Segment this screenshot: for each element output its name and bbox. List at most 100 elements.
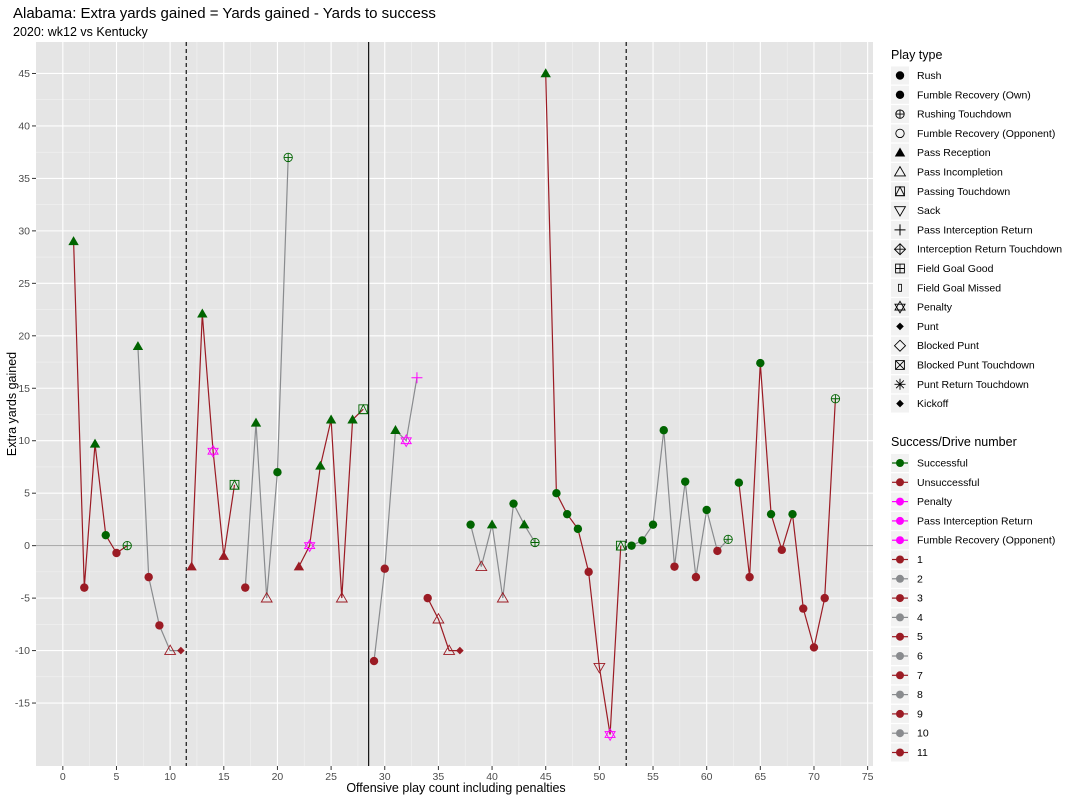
legend-play-label: Rush: [917, 70, 942, 82]
y-tick-label: 20: [18, 330, 30, 342]
legend-play-entry: Kickoff: [891, 394, 948, 413]
legend-play-type: Play type Rush Fumble Recovery (Own) Rushi…: [891, 48, 1062, 413]
legend-success-label: 6: [917, 651, 923, 663]
marker-filled-circle: [777, 545, 786, 555]
chart-subtitle: 2020: wk12 vs Kentucky: [13, 25, 149, 39]
legend-success-label: 9: [917, 708, 923, 720]
legend-play-entry: Blocked Punt: [891, 336, 979, 355]
x-tick-label: 0: [60, 771, 66, 783]
legend-success-entry: Pass Interception Return: [891, 511, 1033, 530]
legend-success-entry: Successful: [891, 454, 968, 472]
legend-key-dot: [896, 613, 904, 622]
legend-key-dot: [896, 671, 904, 680]
x-tick-label: 25: [325, 771, 337, 783]
legend-success-entry: 9: [891, 704, 923, 723]
data-point: [830, 394, 841, 404]
x-tick-label: 55: [647, 771, 659, 783]
data-point: [648, 520, 658, 529]
marker-filled-circle: [895, 90, 905, 100]
legend-play-entry: Passing Touchdown: [891, 182, 1010, 201]
legend-play-entry: Pass Incompletion: [891, 163, 1003, 181]
legend-success-label: 3: [917, 593, 923, 605]
legend-play-label: Passing Touchdown: [917, 186, 1010, 198]
data-point: [144, 572, 153, 582]
legend-key-dot: [896, 574, 904, 583]
y-tick-label: 0: [24, 540, 30, 552]
legend-success-entry: 4: [891, 608, 923, 627]
legend-key-dot: [896, 652, 904, 660]
legend-key-dot: [896, 478, 904, 487]
legend-play-entry: Sack: [891, 201, 941, 220]
marker-filled-circle: [799, 604, 808, 613]
legend-play-label: Blocked Punt Touchdown: [917, 360, 1035, 372]
data-point: [766, 509, 776, 519]
legend-success-entry: 1: [891, 550, 923, 569]
legend-key-dot: [896, 516, 904, 525]
legend-success-label: 11: [917, 747, 928, 759]
y-tick-label: 5: [24, 488, 30, 500]
legend-play-label: Pass Interception Return: [917, 224, 1033, 236]
legend-success-entry: 5: [891, 627, 923, 646]
legend-success-label: 10: [917, 728, 929, 740]
legend-key-dot: [896, 594, 904, 603]
marker-filled-circle: [809, 643, 819, 652]
data-point: [788, 509, 797, 519]
legend-success-title: Success/Drive number: [891, 435, 1017, 449]
legend-play-label: Fumble Recovery (Opponent): [917, 128, 1055, 140]
data-point: [80, 583, 89, 592]
legend-key-dot: [896, 459, 904, 467]
legend-success-entry: 10: [891, 724, 929, 743]
legend-key-dot: [896, 555, 904, 564]
legend-play-entry: Field Goal Good: [891, 259, 994, 278]
data-point: [627, 541, 636, 550]
marker-filled-circle: [691, 572, 701, 582]
legend-play-type-title: Play type: [891, 48, 942, 62]
legend-key-bg: [891, 163, 909, 181]
data-point: [799, 604, 808, 613]
y-tick-label: -10: [15, 645, 30, 657]
legend-success-entry: 8: [891, 685, 923, 704]
legend-play-label: Interception Return Touchdown: [917, 244, 1062, 256]
legend-play-label: Rushing Touchdown: [917, 109, 1012, 121]
marker-filled-circle: [552, 488, 561, 498]
marker-filled-circle: [713, 546, 722, 556]
x-tick-label: 20: [272, 771, 284, 783]
data-point: [745, 572, 754, 582]
data-point: [369, 656, 379, 666]
legend-success-entry: Fumble Recovery (Opponent): [891, 531, 1055, 550]
data-point: [681, 477, 690, 486]
legend-key-dot: [896, 709, 904, 718]
legend-success-label: 8: [917, 689, 923, 701]
legend-success-entry: 6: [891, 647, 923, 665]
marker-filled-circle: [702, 505, 711, 515]
data-point: [734, 478, 744, 487]
legend-key-bg: [891, 336, 909, 355]
data-point: [380, 564, 389, 573]
legend-success-entry: Unsuccessful: [891, 473, 979, 492]
legend-key-dot: [896, 536, 904, 545]
legend-key-bg: [891, 124, 909, 143]
data-point: [573, 524, 583, 534]
marker-filled-circle: [144, 572, 153, 582]
data-point: [530, 537, 540, 548]
x-tick-label: 75: [862, 771, 874, 783]
y-tick-label: 25: [18, 278, 30, 290]
marker-filled-circle: [681, 477, 690, 486]
x-tick-label: 65: [754, 771, 766, 783]
marker-filled-circle: [466, 520, 475, 529]
marker-filled-circle: [766, 509, 776, 519]
marker-filled-circle: [627, 541, 636, 550]
legend-success-label: Penalty: [917, 496, 953, 508]
data-point: [509, 499, 518, 508]
data-point: [112, 548, 121, 558]
y-tick-label: 35: [18, 173, 30, 185]
marker-filled-circle: [670, 562, 679, 571]
data-point: [241, 583, 250, 592]
marker-filled-circle: [648, 520, 658, 529]
marker-filled-circle: [423, 593, 432, 603]
legend-play-label: Sack: [917, 205, 941, 217]
data-point: [777, 545, 786, 555]
data-point: [283, 152, 293, 163]
legend-play-entry: Penalty: [891, 298, 953, 317]
legend-play-label: Field Goal Missed: [917, 282, 1001, 294]
